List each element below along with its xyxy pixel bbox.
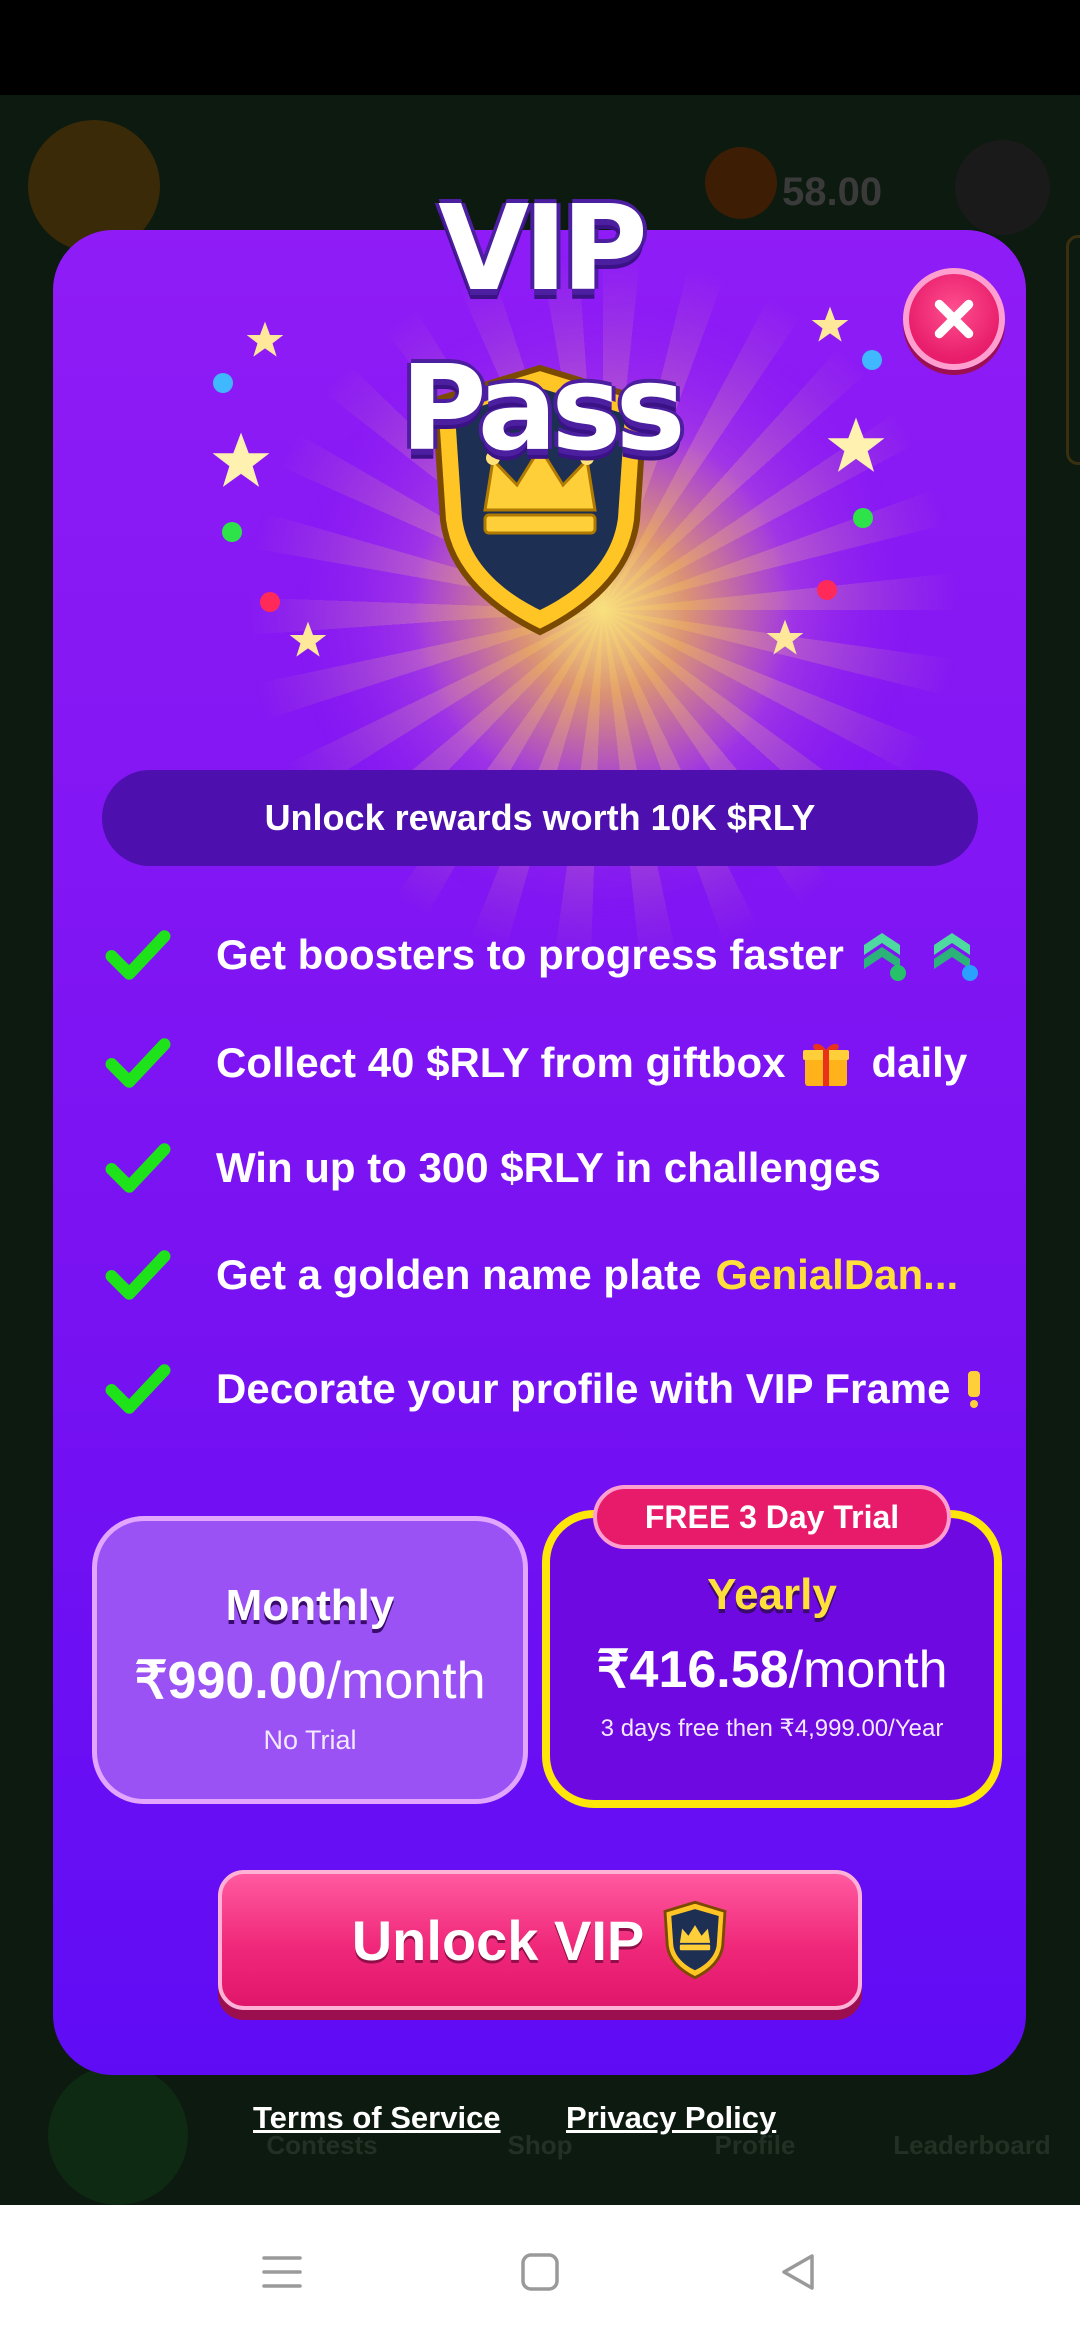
confetti-dot — [862, 350, 882, 370]
back-triangle-icon[interactable] — [776, 2250, 820, 2294]
terms-of-service-link[interactable]: Terms of Service — [253, 2100, 501, 2136]
plan-yearly-name: Yearly — [707, 1570, 837, 1619]
star-icon — [827, 417, 885, 472]
background-gear-icon — [955, 140, 1050, 235]
benefit-item-giftbox: Collect 40 $RLY from giftbox daily — [105, 1028, 967, 1098]
modal-title: VIP Pass — [400, 179, 685, 477]
benefit-item-boosters: Get boosters to progress faster — [105, 920, 980, 990]
check-icon — [105, 1364, 171, 1414]
confetti-dot — [260, 592, 280, 612]
close-icon — [934, 299, 974, 339]
confetti-dot — [853, 508, 873, 528]
plan-monthly-card[interactable]: Monthly ₹990.00/month No Trial — [92, 1516, 528, 1804]
star-icon — [246, 321, 284, 357]
benefit-item-challenges: Win up to 300 $RLY in challenges — [105, 1133, 881, 1203]
check-icon — [105, 1038, 171, 1088]
plan-yearly-card[interactable]: Yearly ₹416.58/month 3 days free then ₹4… — [542, 1510, 1002, 1808]
plan-monthly-name: Monthly — [225, 1581, 395, 1630]
check-icon — [105, 1143, 171, 1193]
plan-yearly-note: 3 days free then ₹4,999.00/Year — [600, 1715, 944, 1742]
frame-icon — [968, 1371, 981, 1408]
status-bar — [0, 0, 1080, 95]
plan-yearly-price: ₹416.58/month — [596, 1641, 948, 1699]
background-nav-home — [48, 2065, 188, 2205]
background-nav: Contests Shop Profile Leaderboard — [0, 2055, 1080, 2205]
home-square-icon[interactable] — [518, 2250, 562, 2294]
background-side-panel — [1066, 235, 1080, 465]
background-nav-leaderboard: Leaderboard — [893, 2130, 1051, 2160]
gift-icon — [803, 1043, 850, 1086]
confetti-dot — [222, 522, 242, 542]
rewards-banner: Unlock rewards worth 10K $RLY — [102, 770, 978, 866]
confetti-dot — [213, 373, 233, 393]
check-icon — [105, 1250, 171, 1300]
star-icon — [811, 306, 849, 342]
golden-name-plate: GenialDan... — [715, 1251, 959, 1298]
vip-shield-icon — [663, 1900, 727, 1980]
system-navigation-bar — [0, 2205, 1080, 2340]
benefit-item-name-plate: Get a golden name plate GenialDan... — [105, 1240, 958, 1310]
star-icon — [289, 621, 327, 657]
booster-icons — [863, 933, 978, 981]
plan-monthly-note: No Trial — [263, 1725, 357, 1755]
benefit-item-vip-frame: Decorate your profile with VIP Frame — [105, 1354, 982, 1424]
privacy-policy-link[interactable]: Privacy Policy — [566, 2100, 776, 2136]
confetti-dot — [817, 580, 837, 600]
free-trial-badge: FREE 3 Day Trial — [593, 1485, 951, 1549]
unlock-vip-button[interactable]: Unlock VIP — [218, 1870, 862, 2010]
star-icon — [766, 619, 804, 655]
check-icon — [105, 930, 171, 980]
menu-icon[interactable] — [260, 2250, 304, 2294]
background-balance: 58.00 — [782, 170, 883, 214]
close-button[interactable] — [903, 268, 1005, 370]
plan-monthly-price: ₹990.00/month — [134, 1652, 486, 1710]
star-icon — [212, 432, 270, 487]
